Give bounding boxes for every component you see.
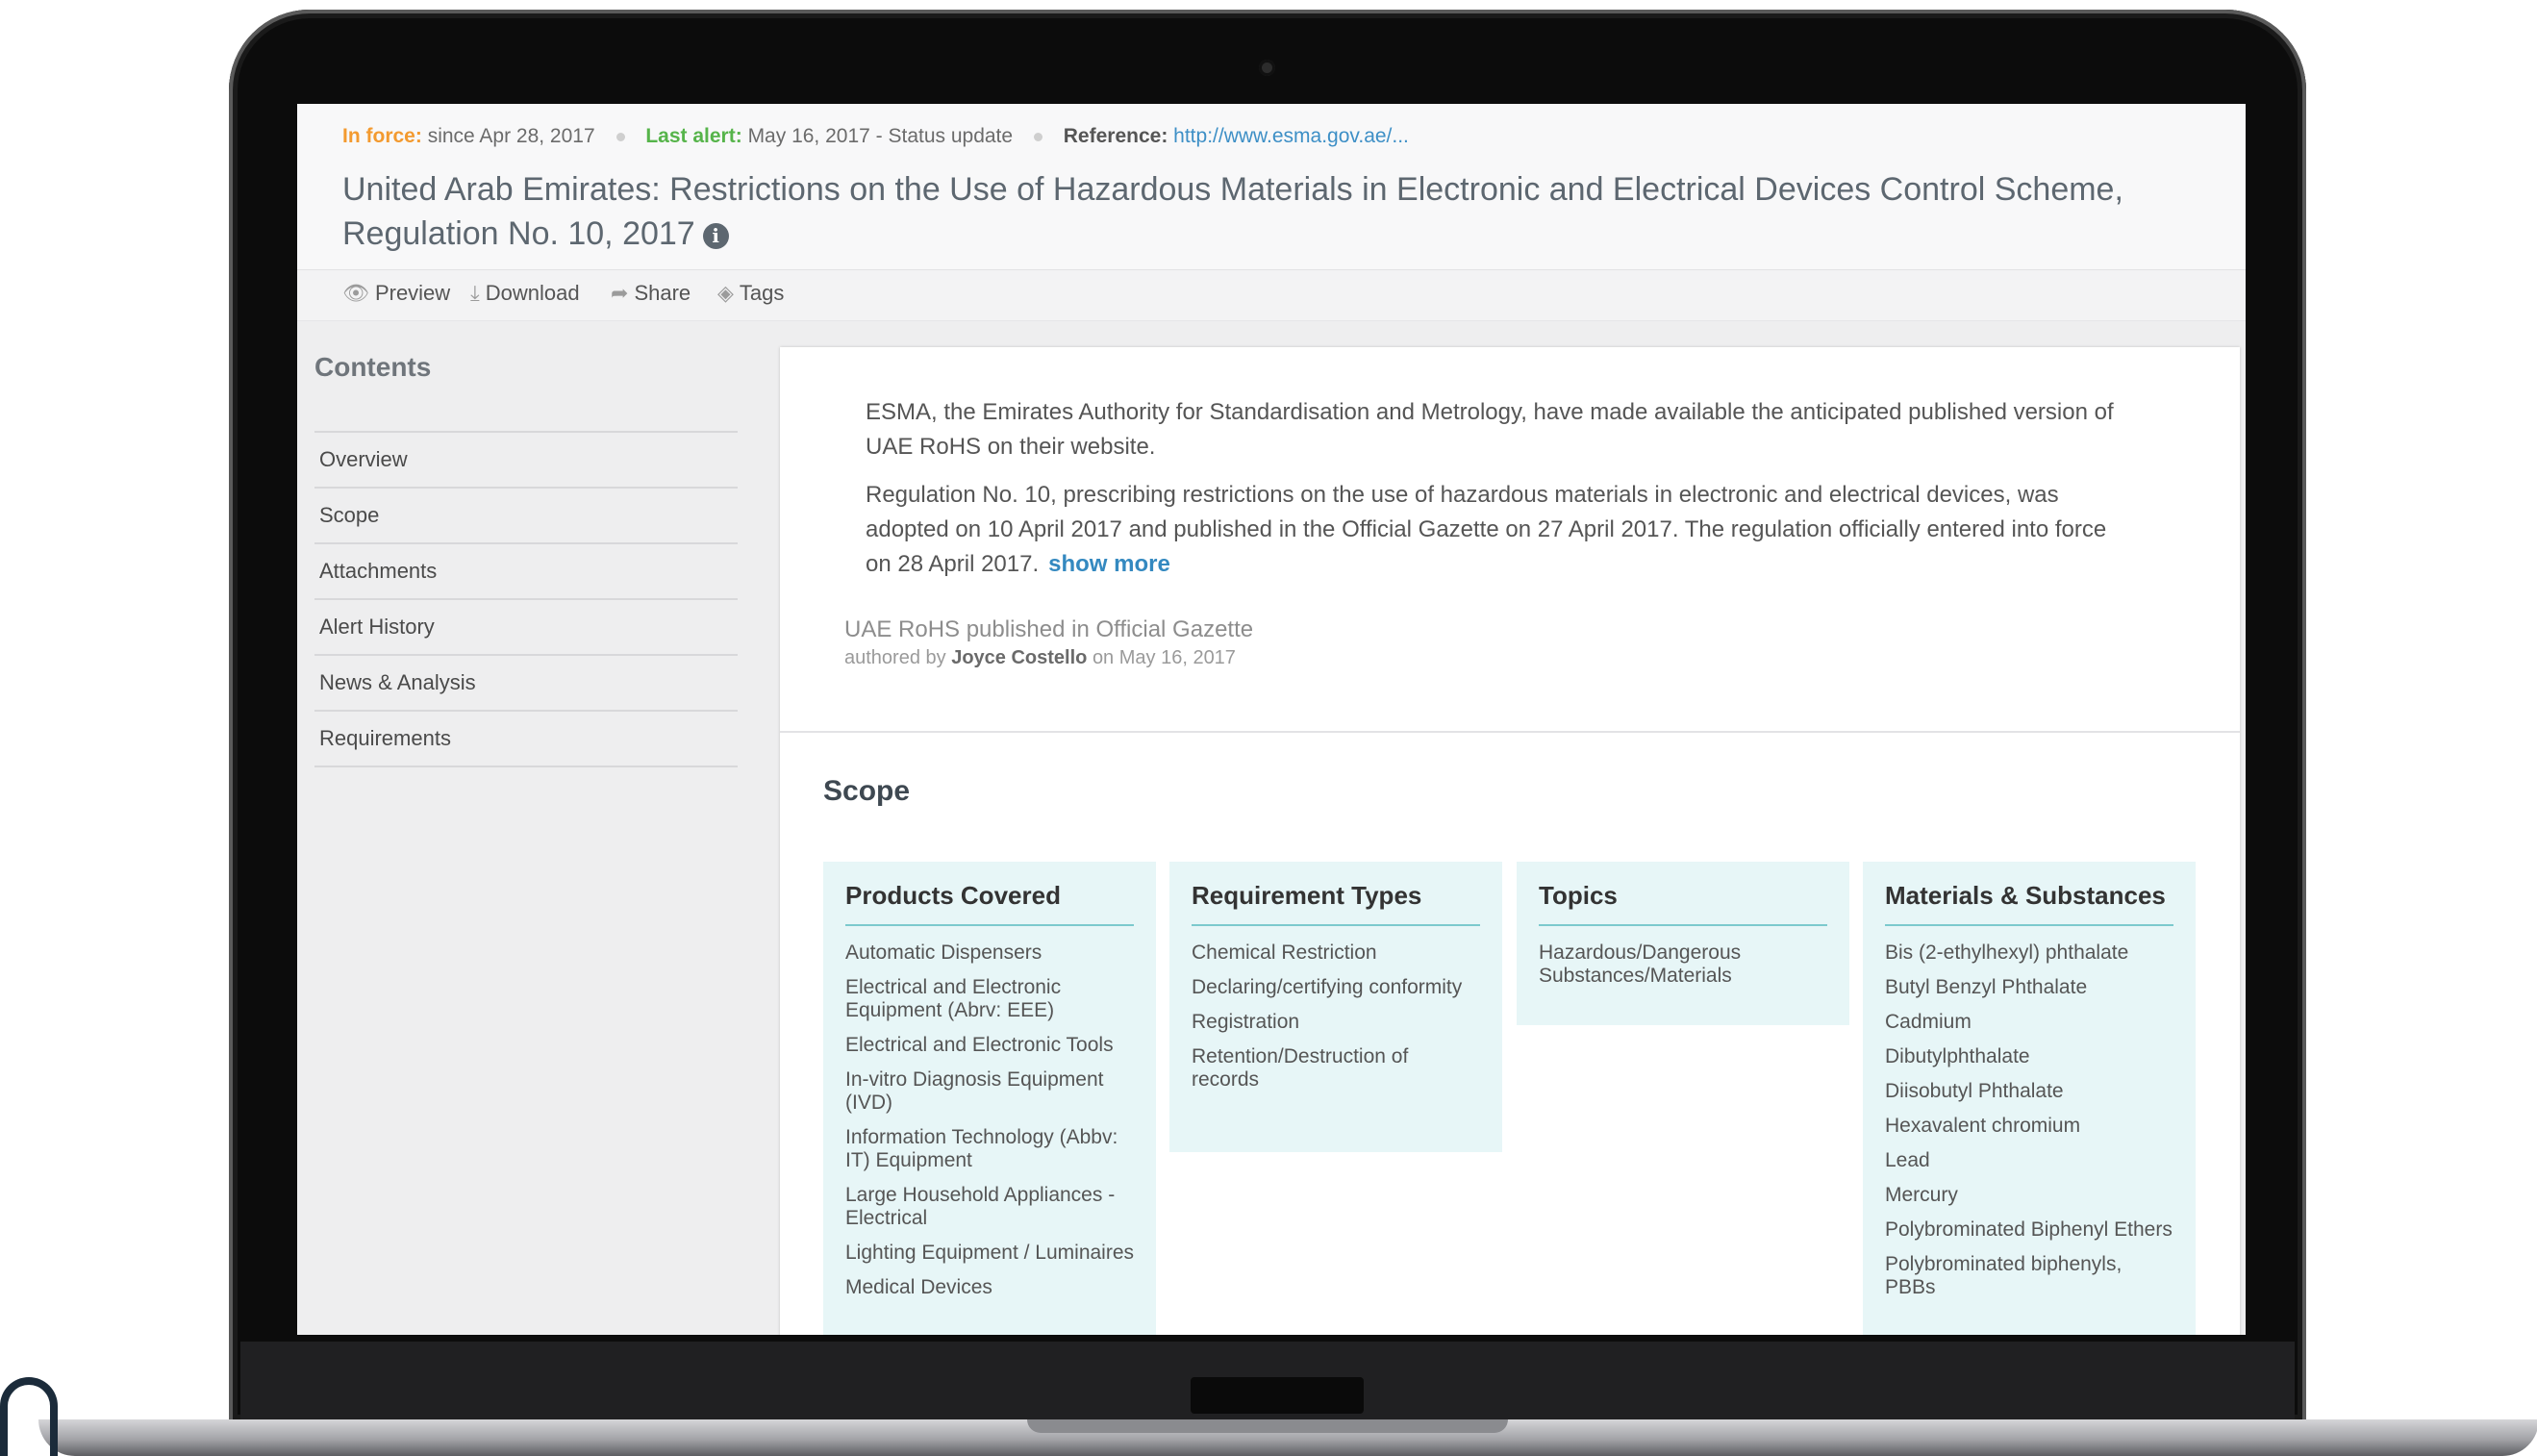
main-panel: ESMA, the Emirates Authority for Standar… [780, 347, 2240, 1335]
reference-label: Reference: [1063, 125, 1168, 147]
card-item[interactable]: In-vitro Diagnosis Equipment (IVD) [845, 1068, 1134, 1115]
share-button[interactable]: ➦ Share [611, 281, 691, 306]
camera-icon [1259, 60, 1275, 76]
alert-title[interactable]: UAE RoHS published in Official Gazette [844, 616, 1253, 643]
card-item[interactable]: Butyl Benzyl Phthalate [1885, 976, 2173, 999]
document-toolbar: 👁 Preview ⤓ Download ➦ Share ◈ Tags [297, 270, 2246, 321]
card-item[interactable]: Large Household Appliances - Electrical [845, 1184, 1134, 1230]
card-item[interactable]: Electrical and Electronic Tools [845, 1034, 1134, 1057]
card-title: Requirement Types [1192, 862, 1480, 926]
alert-meta: authored by Joyce Costello on May 16, 20… [844, 647, 1253, 669]
card-item[interactable]: Lighting Equipment / Luminaires [845, 1242, 1134, 1265]
card-item[interactable]: Cadmium [1885, 1011, 2173, 1034]
contents-list: Overview Scope Attachments Alert History… [314, 431, 738, 767]
meta-line: In force: since Apr 28, 2017 Last alert:… [342, 125, 1409, 148]
card-item[interactable]: Declaring/certifying conformity [1192, 976, 1480, 999]
eye-icon: 👁 [342, 281, 369, 305]
page-title-text: United Arab Emirates: Restrictions on th… [342, 171, 2123, 252]
tags-label: Tags [739, 281, 785, 305]
card-item[interactable]: Retention/Destruction of records [1192, 1045, 1480, 1092]
card-item[interactable]: Registration [1192, 1011, 1480, 1034]
separator-dot [1033, 132, 1042, 141]
card-item[interactable]: Mercury [1885, 1184, 2173, 1207]
card-item[interactable]: Polybrominated biphenyls, PBBs [1885, 1253, 2173, 1299]
toc-item-alert-history[interactable]: Alert History [314, 600, 738, 656]
contents-title: Contents [314, 352, 432, 382]
logo-mark-icon [0, 1377, 58, 1456]
card-item[interactable]: Diisobutyl Phthalate [1885, 1080, 2173, 1103]
toc-item-overview[interactable]: Overview [314, 433, 738, 489]
section-divider [780, 731, 2240, 733]
card-title: Topics [1539, 862, 1827, 926]
alert-byline: UAE RoHS published in Official Gazette a… [844, 616, 1253, 669]
toc-item-attachments[interactable]: Attachments [314, 544, 738, 600]
download-button[interactable]: ⤓ Download [470, 281, 580, 306]
info-icon[interactable]: i [702, 222, 729, 249]
laptop-base-lip [1027, 1419, 1508, 1433]
in-force-label: In force: [342, 125, 422, 147]
in-force-value: since Apr 28, 2017 [427, 125, 595, 147]
tags-button[interactable]: ◈ Tags [717, 281, 784, 306]
separator-dot [615, 132, 625, 141]
card-item[interactable]: Chemical Restriction [1192, 941, 1480, 965]
download-label: Download [485, 281, 580, 305]
card-item[interactable]: Bis (2-ethylhexyl) phthalate [1885, 941, 2173, 965]
card-item[interactable]: Hazardous/Dangerous Substances/Materials [1539, 941, 1827, 988]
tag-icon: ◈ [717, 281, 734, 305]
card-title: Materials & Substances [1885, 862, 2173, 926]
summary: ESMA, the Emirates Authority for Standar… [866, 395, 2116, 595]
card-item[interactable]: Electrical and Electronic Equipment (Abr… [845, 976, 1134, 1022]
reference-link[interactable]: http://www.esma.gov.ae/... [1173, 125, 1409, 147]
scope-card-requirement-types: Requirement Types Chemical Restriction D… [1169, 862, 1502, 1152]
card-item[interactable]: Dibutylphthalate [1885, 1045, 2173, 1068]
card-item[interactable]: Medical Devices [845, 1276, 1134, 1299]
preview-button[interactable]: 👁 Preview [342, 281, 450, 306]
scope-card-products: Products Covered Automatic Dispensers El… [823, 862, 1156, 1335]
summary-paragraph: Regulation No. 10, prescribing restricti… [866, 478, 2116, 582]
toc-item-news-analysis[interactable]: News & Analysis [314, 656, 738, 712]
share-icon: ➦ [611, 281, 629, 305]
download-icon: ⤓ [470, 281, 480, 305]
document-header: In force: since Apr 28, 2017 Last alert:… [297, 104, 2246, 270]
share-label: Share [634, 281, 691, 305]
scope-heading: Scope [823, 775, 911, 807]
card-item[interactable]: Lead [1885, 1149, 2173, 1172]
card-title: Products Covered [845, 862, 1134, 926]
author-name: Joyce Costello [951, 647, 1088, 668]
toc-item-scope[interactable]: Scope [314, 489, 738, 544]
app-screen: In force: since Apr 28, 2017 Last alert:… [297, 104, 2246, 1335]
contents-sidebar: Contents Overview Scope Attachments Aler… [297, 321, 740, 1335]
summary-paragraph: ESMA, the Emirates Authority for Standar… [866, 399, 2114, 460]
laptop-hinge [1191, 1377, 1364, 1414]
card-item[interactable]: Automatic Dispensers [845, 941, 1134, 965]
last-alert-value: May 16, 2017 - Status update [747, 125, 1014, 147]
page-title: United Arab Emirates: Restrictions on th… [342, 167, 2246, 256]
card-item[interactable]: Information Technology (Abbv: IT) Equipm… [845, 1126, 1134, 1172]
authored-by-label: authored by [844, 647, 946, 668]
last-alert-label: Last alert: [645, 125, 742, 147]
scope-card-materials: Materials & Substances Bis (2-ethylhexyl… [1863, 862, 2196, 1335]
alert-date: on May 16, 2017 [1092, 647, 1236, 668]
card-item[interactable]: Hexavalent chromium [1885, 1115, 2173, 1138]
card-item[interactable]: Polybrominated Biphenyl Ethers [1885, 1218, 2173, 1242]
scope-card-topics: Topics Hazardous/Dangerous Substances/Ma… [1517, 862, 1849, 1025]
toc-item-requirements[interactable]: Requirements [314, 712, 738, 767]
show-more-link[interactable]: show more [1048, 551, 1170, 577]
preview-label: Preview [374, 281, 451, 305]
